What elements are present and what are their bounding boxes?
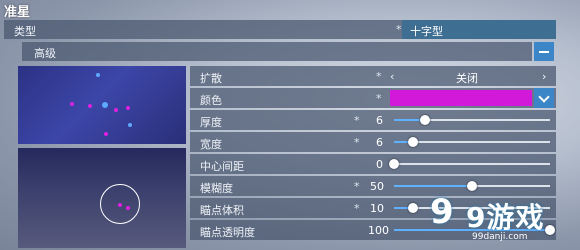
setting-row-center-gap: 中心间距 0 [190,154,556,174]
type-dropdown[interactable]: 十字型 [402,20,556,39]
setting-star: * [354,180,360,193]
slider-value: 6 [376,114,383,127]
preview-dot [126,106,130,110]
setting-label: 模糊度 [200,182,233,195]
preview-dot [96,73,100,77]
crosshair-center-dot [118,203,122,207]
setting-label: 中心间距 [200,160,244,173]
type-star: * [396,23,402,36]
setting-row-spread: 扩散 * ‹ 关闭 › [190,66,556,86]
watermark-url: 99danji.com [472,232,528,242]
preview-dot [114,108,118,112]
crosshair-preview-bottom [18,148,186,248]
setting-label: 瞄点透明度 [200,226,255,239]
slider-value: 50 [370,180,384,193]
slider-value: 0 [376,158,383,171]
setting-label: 厚度 [200,116,222,129]
chevron-down-icon [538,91,550,103]
spread-value: 关闭 [456,72,478,85]
preview-dot [104,132,108,136]
advanced-section-header[interactable]: 高级 [22,42,532,61]
watermark-mark: 9 [430,192,454,232]
crosshair-preview-top [18,66,186,144]
page-title: 准星 [4,5,31,20]
watermark-logo: 9 9游戏 99danji.com [430,188,575,248]
setting-row-thickness: 厚度 * 6 [190,110,556,130]
preview-dot [126,206,130,210]
next-arrow-icon[interactable]: › [542,70,546,83]
prev-arrow-icon[interactable]: ‹ [390,70,394,83]
setting-label: 宽度 [200,138,222,151]
slider-value: 10 [370,202,384,215]
slider-fill [394,185,472,187]
preview-dot [88,104,92,108]
slider-track[interactable] [394,163,550,165]
slider-handle[interactable] [407,137,418,147]
color-swatch[interactable] [390,90,532,106]
color-dropdown-button[interactable] [534,88,554,108]
preview-dot [102,102,108,108]
setting-label: 扩散 [200,72,222,85]
slider-handle[interactable] [420,115,431,125]
setting-star: * [354,202,360,215]
setting-star: * [354,136,360,149]
slider-handle[interactable] [407,203,418,213]
advanced-label: 高级 [34,47,56,60]
slider-handle[interactable] [389,159,399,169]
slider-value: 100 [368,224,389,237]
setting-star: * [354,114,360,127]
setting-row-width: 宽度 * 6 [190,132,556,152]
preview-dot [128,123,132,127]
preview-dot [70,102,74,106]
collapse-button[interactable] [534,42,554,61]
setting-label: 瞄点体积 [200,204,244,217]
watermark-text: 9游戏 [466,201,545,234]
type-label: 类型 [14,25,36,38]
setting-star: * [376,92,382,105]
slider-value: 6 [376,136,383,149]
setting-star: * [376,70,382,83]
setting-label: 颜色 [200,94,222,107]
type-value: 十字型 [410,25,443,38]
